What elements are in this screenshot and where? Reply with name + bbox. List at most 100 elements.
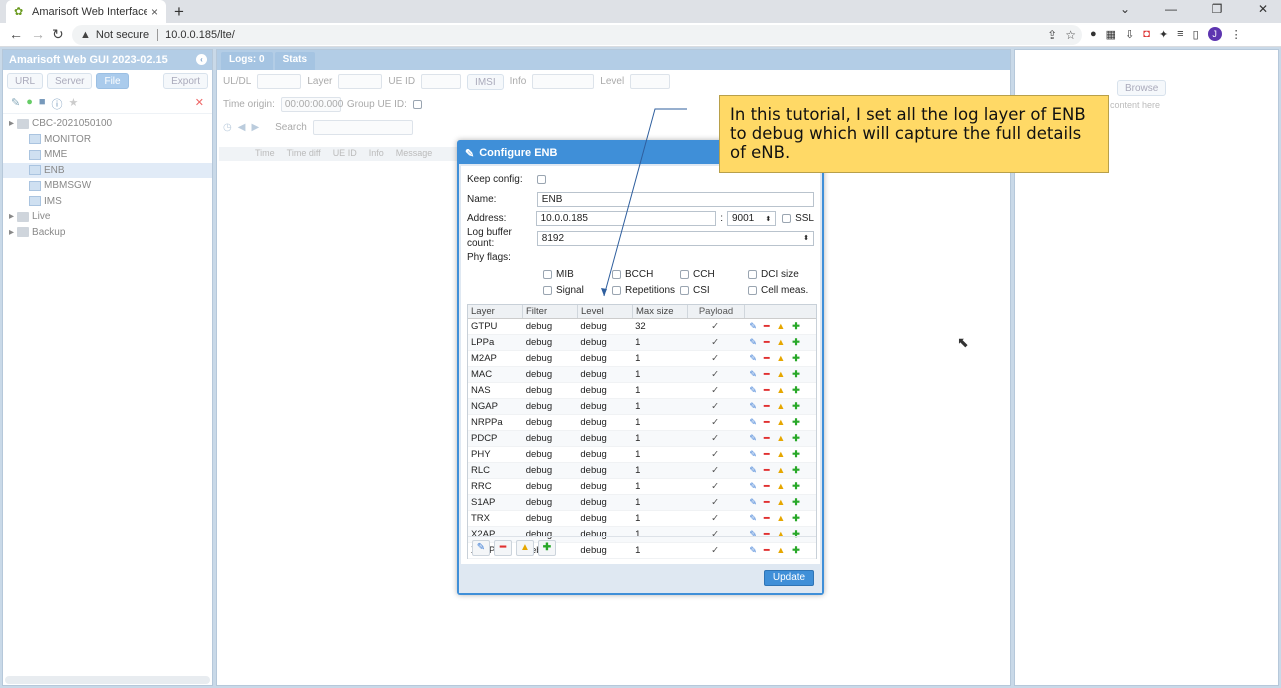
expand-toggle-icon[interactable]: ▸ [9, 211, 14, 222]
phy-flag-checkbox[interactable] [612, 270, 621, 279]
share-icon[interactable]: ⇪ [1047, 28, 1057, 42]
warning-icon[interactable]: ▲ [776, 481, 785, 492]
group-ue-id-checkbox[interactable] [412, 100, 422, 109]
col-payload[interactable]: Payload [688, 305, 745, 318]
close-window-button[interactable]: ✕ [1255, 2, 1271, 16]
tab-file[interactable]: File [96, 73, 129, 89]
edit-wrench-icon[interactable]: ✎ [749, 385, 757, 396]
next-icon[interactable]: ▶ [251, 122, 259, 133]
address-input[interactable]: 10.0.0.185 [535, 211, 717, 227]
warning-icon[interactable]: ▲ [776, 433, 785, 444]
tab-stats[interactable]: Stats [274, 52, 316, 70]
payload-check-icon[interactable]: ✓ [687, 449, 744, 460]
kebab-menu-icon[interactable]: ⋮ [1231, 28, 1242, 41]
extension-grid-icon[interactable]: ▦ [1106, 28, 1116, 41]
phy-flag-option[interactable]: DCI size [748, 269, 799, 280]
url-text[interactable]: 10.0.0.185/lte/ [165, 29, 235, 41]
phy-flag-option[interactable]: Cell meas. [748, 285, 808, 296]
profile-avatar[interactable]: J [1207, 27, 1222, 41]
prev-icon[interactable]: ◀ [238, 122, 246, 133]
warning-all-icon[interactable]: ▲ [516, 540, 534, 556]
phy-flag-checkbox[interactable] [748, 270, 757, 279]
extension-pocket-icon[interactable]: ◘ [1143, 28, 1150, 40]
warning-icon[interactable]: ▲ [776, 401, 785, 412]
warning-icon[interactable]: ▲ [776, 513, 785, 524]
layer-row[interactable]: NGAP debug debug 1 ✓ ✎ ━ ▲ ✚ [468, 399, 816, 415]
spinner-icon[interactable]: ⬍ [803, 234, 809, 242]
restore-button[interactable]: ❐ [1209, 2, 1225, 16]
layer-row[interactable]: S1AP debug debug 1 ✓ ✎ ━ ▲ ✚ [468, 495, 816, 511]
forward-arrow-icon[interactable]: → [31, 26, 45, 42]
remove-icon[interactable]: ━ [764, 417, 769, 428]
phy-flag-checkbox[interactable] [680, 270, 689, 279]
uldl-select[interactable] [257, 74, 302, 89]
expand-toggle-icon[interactable]: ▸ [9, 227, 14, 238]
add-icon[interactable]: ✚ [792, 369, 800, 380]
payload-check-icon[interactable]: ✓ [687, 401, 744, 412]
edit-wrench-icon[interactable]: ✎ [749, 465, 757, 476]
search-input[interactable] [312, 120, 413, 135]
collapse-icon[interactable]: ‹ [196, 54, 207, 65]
warning-icon[interactable]: ▲ [776, 321, 785, 332]
phy-flag-option[interactable]: CSI [680, 285, 710, 296]
clock-icon[interactable]: ◷ [223, 122, 232, 133]
warning-icon[interactable]: ▲ [776, 449, 785, 460]
minimize-button[interactable]: — [1163, 2, 1179, 16]
add-icon[interactable]: ✚ [792, 321, 800, 332]
layer-row[interactable]: PDCP debug debug 1 ✓ ✎ ━ ▲ ✚ [468, 431, 816, 447]
warning-icon[interactable]: ▲ [776, 417, 785, 428]
payload-check-icon[interactable]: ✓ [687, 353, 744, 364]
tree-item[interactable]: ▸ Live [3, 209, 212, 225]
tab-logs[interactable]: Logs: 0 [221, 52, 273, 70]
phy-flag-checkbox[interactable] [748, 286, 757, 295]
phy-flag-option[interactable]: MIB [543, 269, 574, 280]
phy-flag-option[interactable]: Repetitions [612, 285, 675, 296]
expand-toggle-icon[interactable]: ▸ [9, 118, 14, 129]
media-icon[interactable]: ≡ [1177, 28, 1183, 40]
add-layer-icon[interactable]: ✚ [538, 540, 556, 556]
browser-tab[interactable]: ✿ Amarisoft Web Interface 2023-02 × [6, 0, 166, 23]
phy-flag-checkbox[interactable] [612, 286, 621, 295]
edit-wrench-icon[interactable]: ✎ [749, 433, 757, 444]
extension-download-icon[interactable]: ⇩ [1125, 28, 1134, 41]
phy-flag-checkbox[interactable] [680, 286, 689, 295]
info-icon[interactable]: ⓘ [52, 96, 63, 111]
spinner-icon[interactable]: ⬍ [765, 215, 771, 223]
add-icon[interactable]: ✚ [792, 401, 800, 412]
puzzle-icon[interactable]: ✦ [1159, 28, 1168, 41]
col-layer[interactable]: Layer [468, 305, 523, 318]
extension-dark-icon[interactable]: ● [1090, 28, 1097, 40]
remove-icon[interactable]: ━ [764, 449, 769, 460]
payload-check-icon[interactable]: ✓ [687, 433, 744, 444]
add-icon[interactable]: ✚ [792, 337, 800, 348]
address-bar[interactable]: ▲ Not secure 10.0.0.185/lte/ ⇪ ☆ [72, 25, 1082, 45]
horizontal-scrollbar[interactable] [5, 676, 210, 684]
phy-flag-checkbox[interactable] [543, 286, 552, 295]
phy-flag-option[interactable]: Signal [543, 285, 584, 296]
bookmark-star-icon[interactable]: ☆ [1065, 28, 1076, 42]
phy-flag-option[interactable]: BCCH [612, 269, 653, 280]
warning-icon[interactable]: ▲ [776, 465, 785, 476]
info-select[interactable] [532, 74, 595, 89]
port-input[interactable]: 9001 ⬍ [727, 211, 777, 227]
add-icon[interactable]: ✚ [792, 449, 800, 460]
payload-check-icon[interactable]: ✓ [687, 497, 744, 508]
name-input[interactable]: ENB [536, 191, 814, 207]
imsi-button[interactable]: IMSI [467, 73, 504, 90]
level-select[interactable] [630, 74, 671, 89]
tab-server[interactable]: Server [47, 73, 93, 89]
new-tab-button[interactable]: + [174, 2, 184, 22]
tree-item[interactable]: ENB [3, 162, 212, 178]
payload-check-icon[interactable]: ✓ [687, 385, 744, 396]
remove-icon[interactable]: ━ [764, 321, 769, 332]
add-server-icon[interactable]: ● [26, 96, 33, 109]
remove-all-icon[interactable]: ━ [494, 540, 512, 556]
edit-wrench-icon[interactable]: ✎ [749, 321, 757, 332]
warning-icon[interactable]: ▲ [776, 369, 785, 380]
layer-row[interactable]: RRC debug debug 1 ✓ ✎ ━ ▲ ✚ [468, 479, 816, 495]
remove-icon[interactable]: ━ [764, 401, 769, 412]
tree-item[interactable]: MME [3, 147, 212, 163]
add-icon[interactable]: ✚ [792, 465, 800, 476]
delete-icon[interactable]: ✕ [195, 96, 204, 109]
tree-item[interactable]: ▸ CBC-2021050100 [3, 116, 212, 132]
